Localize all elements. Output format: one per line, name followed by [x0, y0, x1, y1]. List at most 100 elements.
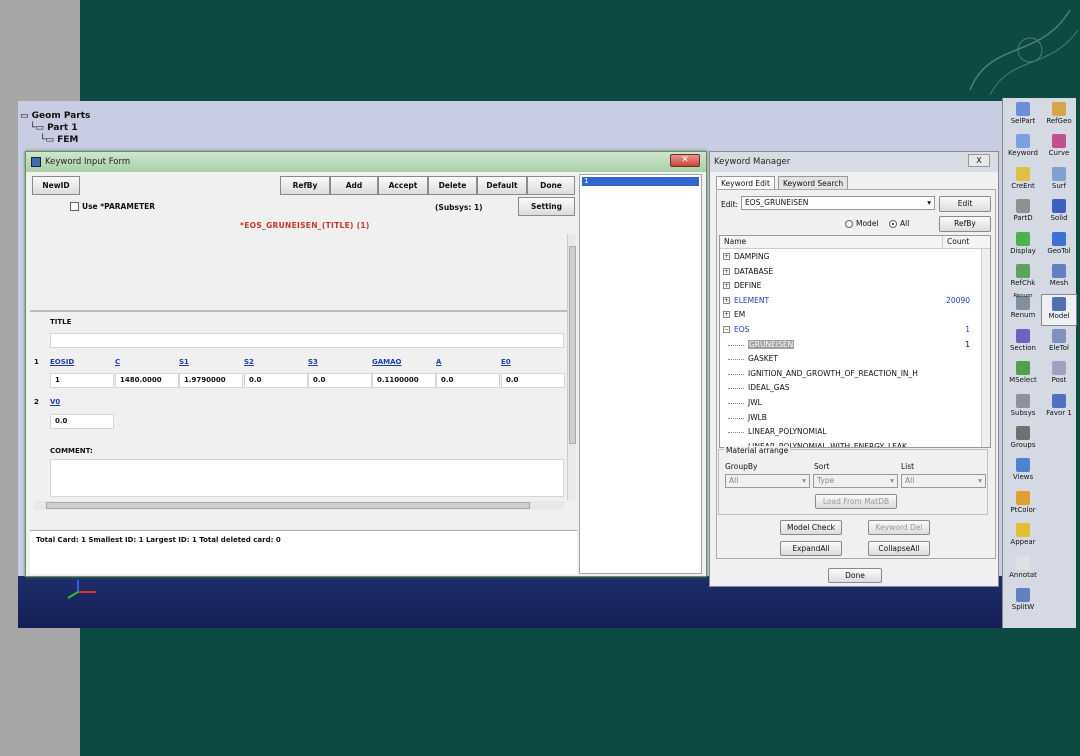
tab-keyword-search[interactable]: Keyword Search: [778, 176, 849, 190]
refby-button[interactable]: RefBy: [939, 216, 991, 232]
column-header-name[interactable]: Name: [724, 236, 746, 248]
toolbar-button-renum[interactable]: Renum: [1005, 294, 1041, 326]
done-button[interactable]: Done: [527, 176, 575, 195]
toolbar-button-surf[interactable]: Surf: [1041, 165, 1077, 197]
toolbar-button-refgeo[interactable]: RefGeo: [1041, 100, 1077, 132]
radio-circle[interactable]: [845, 219, 853, 228]
list-item-selected[interactable]: 1: [582, 177, 699, 186]
keyword-row[interactable]: + DEFINE: [720, 279, 980, 293]
field-v0[interactable]: 0.0: [50, 414, 114, 429]
field-s2[interactable]: 0.0: [244, 373, 308, 388]
keyword-row[interactable]: JWL: [720, 396, 980, 410]
keyword-row[interactable]: − EOS 1: [720, 323, 980, 337]
toolbar-button-model[interactable]: Model: [1041, 294, 1077, 327]
keyword-row[interactable]: GRUNEISEN 1: [720, 338, 980, 352]
tree-item-part-1[interactable]: └▭ Part 1: [20, 122, 90, 134]
expand-icon[interactable]: +: [723, 282, 730, 290]
toolbar-button-display[interactable]: Display: [1005, 230, 1041, 262]
keyword-row[interactable]: JWLB: [720, 411, 980, 425]
vertical-scrollbar[interactable]: [567, 234, 576, 500]
expand-icon[interactable]: +: [723, 311, 730, 319]
done-button[interactable]: Done: [828, 568, 882, 583]
tree-item-fem[interactable]: └▭ FEM: [20, 134, 90, 146]
field-header-c[interactable]: C: [115, 358, 120, 366]
list-select[interactable]: All ▾: [901, 474, 986, 488]
radio-model[interactable]: Model: [845, 219, 879, 228]
toolbar-button-annotat[interactable]: Annotat: [1005, 554, 1041, 586]
checkbox-box[interactable]: [70, 202, 79, 211]
keyword-row[interactable]: GASKET: [720, 352, 980, 366]
setting-button[interactable]: Setting: [518, 197, 575, 216]
add-button[interactable]: Add: [330, 176, 378, 195]
edit-button[interactable]: Edit: [939, 196, 991, 212]
field-header-eosid[interactable]: EOSID: [50, 358, 74, 366]
close-button[interactable]: X: [968, 154, 990, 167]
field-header-s3[interactable]: S3: [308, 358, 318, 366]
model-check-button[interactable]: Model Check: [780, 520, 842, 535]
toolbar-button-mesh[interactable]: Mesh: [1041, 262, 1077, 294]
expand-icon[interactable]: +: [723, 296, 730, 304]
comment-textarea[interactable]: [50, 459, 564, 497]
scrollbar-thumb[interactable]: [569, 246, 576, 444]
radio-all[interactable]: All: [889, 219, 909, 228]
column-header-count[interactable]: Count: [942, 236, 969, 248]
field-gamao[interactable]: 0.1100000: [372, 373, 436, 388]
field-c[interactable]: 1480.0000: [115, 373, 179, 388]
field-s1[interactable]: 1.9790000: [179, 373, 243, 388]
toolbar-button-views[interactable]: Views: [1005, 456, 1041, 488]
window-titlebar[interactable]: Keyword Manager: [710, 152, 998, 172]
collapse-all-button[interactable]: CollapseAll: [868, 541, 930, 556]
keyword-row[interactable]: + DAMPING: [720, 250, 980, 264]
field-header-a[interactable]: A: [436, 358, 441, 366]
toolbar-button-selpart[interactable]: SelPart: [1005, 100, 1041, 132]
field-header-v0[interactable]: V0: [50, 398, 60, 406]
expand-all-button[interactable]: ExpandAll: [780, 541, 842, 556]
refby-button[interactable]: RefBy: [280, 176, 330, 195]
toolbar-button-subsys[interactable]: Subsys: [1005, 392, 1041, 424]
radio-circle[interactable]: [889, 219, 897, 228]
toolbar-button-eletol[interactable]: EleTol: [1041, 327, 1077, 359]
horizontal-scrollbar[interactable]: [34, 501, 564, 510]
keyword-row[interactable]: LINEAR_POLYNOMIAL: [720, 425, 980, 439]
keyword-row[interactable]: + ELEMENT 20090: [720, 294, 980, 308]
use-parameter-checkbox[interactable]: Use *PARAMETER: [70, 202, 155, 211]
toolbar-button-refchk[interactable]: RefChk: [1005, 262, 1041, 294]
close-button[interactable]: ✕: [670, 154, 700, 167]
list-scrollbar[interactable]: [981, 249, 990, 447]
toolbar-button-creent[interactable]: CreEnt: [1005, 165, 1041, 197]
field-e0[interactable]: 0.0: [501, 373, 565, 388]
scrollbar-thumb[interactable]: [46, 502, 530, 509]
field-header-s2[interactable]: S2: [244, 358, 254, 366]
toolbar-button-groups[interactable]: Groups: [1005, 424, 1041, 456]
keyword-id-list[interactable]: 1: [579, 174, 702, 574]
keyword-del-button[interactable]: Keyword Del: [868, 520, 930, 535]
accept-button[interactable]: Accept: [378, 176, 428, 195]
groupby-select[interactable]: All ▾: [725, 474, 810, 488]
toolbar-button-appear[interactable]: Appear: [1005, 521, 1041, 553]
toolbar-button-ptcolor[interactable]: PtColor: [1005, 489, 1041, 521]
toolbar-button-post[interactable]: Post: [1041, 359, 1077, 391]
expand-icon[interactable]: +: [723, 253, 730, 260]
sort-select[interactable]: Type ▾: [813, 474, 898, 488]
edit-combobox[interactable]: EOS_GRUNEISEN ▾: [741, 196, 935, 210]
collapse-icon[interactable]: −: [723, 326, 730, 333]
toolbar-button-solid[interactable]: Solid: [1041, 197, 1077, 229]
keyword-row[interactable]: + EM: [720, 308, 980, 322]
title-input[interactable]: [50, 333, 564, 348]
window-titlebar[interactable]: Keyword Input Form: [26, 152, 706, 172]
field-a[interactable]: 0.0: [436, 373, 500, 388]
toolbar-button-curve[interactable]: Curve: [1041, 132, 1077, 164]
field-header-gamao[interactable]: GAMAO: [372, 358, 402, 366]
keyword-row[interactable]: IGNITION_AND_GROWTH_OF_REACTION_IN_H: [720, 367, 980, 381]
delete-button[interactable]: Delete: [428, 176, 477, 195]
toolbar-button-partd[interactable]: PartD: [1005, 197, 1041, 229]
keyword-row[interactable]: IDEAL_GAS: [720, 381, 980, 395]
default-button[interactable]: Default: [477, 176, 527, 195]
tab-keyword-edit[interactable]: Keyword Edit: [716, 176, 775, 190]
expand-icon[interactable]: +: [723, 267, 730, 275]
toolbar-button-keyword[interactable]: Keyword: [1005, 132, 1041, 164]
keyword-tree-list[interactable]: Name Count + DAMPING + DATABASE + DEFINE + ELEM…: [719, 235, 991, 448]
tree-item-geom-parts[interactable]: ▭ Geom Parts: [20, 110, 90, 122]
toolbar-button-section[interactable]: Section: [1005, 327, 1041, 359]
newid-button[interactable]: NewID: [32, 176, 80, 195]
